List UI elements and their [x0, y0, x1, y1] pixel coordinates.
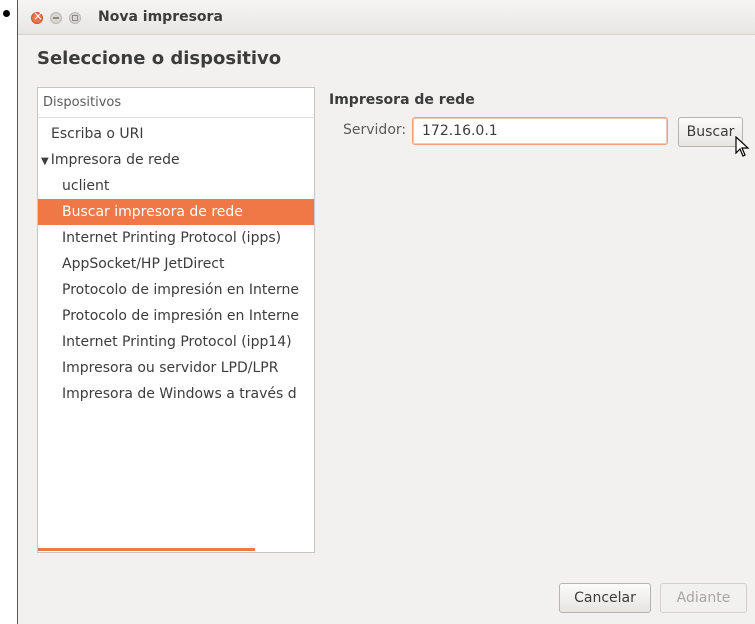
device-item-label: Buscar impresora de rede [62, 204, 243, 220]
close-icon[interactable] [31, 9, 43, 24]
device-item[interactable]: Internet Printing Protocol (ipps) [38, 225, 314, 251]
device-list: Dispositivos Escriba o URI ▼ Impresora de … [37, 87, 315, 553]
list-bullet [3, 10, 10, 17]
titlebar: Nova impresora [18, 0, 755, 35]
device-item[interactable]: Protocolo de impresión en Interne [38, 277, 314, 303]
device-item-label: Internet Printing Protocol (ipps) [62, 230, 282, 246]
device-item-label: uclient [62, 178, 110, 194]
server-input[interactable] [412, 117, 668, 145]
server-label: Servidor: [343, 122, 407, 138]
window-title: Nova impresora [98, 9, 223, 25]
device-item-selected[interactable]: Buscar impresora de rede [38, 199, 314, 225]
search-button[interactable]: Buscar [678, 117, 743, 147]
device-item-label: Escriba o URI [51, 126, 144, 142]
page-title: Seleccione o dispositivo [37, 48, 282, 69]
device-item[interactable]: Protocolo de impresión en Interne [38, 303, 314, 329]
expander-down-icon[interactable]: ▼ [41, 156, 49, 167]
device-item[interactable]: AppSocket/HP JetDirect [38, 251, 314, 277]
device-item-label: Protocolo de impresión en Interne [62, 308, 299, 324]
horizontal-scrollbar[interactable] [38, 548, 255, 551]
device-list-header[interactable]: Dispositivos [38, 88, 314, 118]
next-button[interactable]: Adiante [660, 583, 747, 613]
cancel-button[interactable]: Cancelar [559, 583, 651, 613]
mouse-pointer-icon [735, 136, 750, 157]
device-item[interactable]: Impresora ou servidor LPD/LPR [38, 355, 314, 381]
device-item-label: Protocolo de impresión en Interne [62, 282, 299, 298]
device-item-label: Impresora de rede [50, 152, 180, 168]
device-item[interactable]: ▼ Impresora de rede [38, 147, 314, 173]
maximize-icon[interactable] [69, 12, 81, 24]
device-item-label: AppSocket/HP JetDirect [62, 256, 225, 272]
device-item-label: Impresora ou servidor LPD/LPR [62, 360, 279, 376]
device-item[interactable]: Internet Printing Protocol (ipp14) [38, 329, 314, 355]
minimize-icon[interactable] [50, 12, 62, 24]
device-item-label: Impresora de Windows a través d [62, 386, 297, 402]
new-printer-window: Nova impresora Seleccione o dispositivo … [17, 0, 755, 624]
device-item-label: Internet Printing Protocol (ipp14) [62, 334, 292, 350]
device-item[interactable]: uclient [38, 173, 314, 199]
device-item[interactable]: Escriba o URI [38, 121, 314, 147]
device-item[interactable]: Impresora de Windows a través d [38, 381, 314, 407]
section-title: Impresora de rede [329, 92, 475, 108]
